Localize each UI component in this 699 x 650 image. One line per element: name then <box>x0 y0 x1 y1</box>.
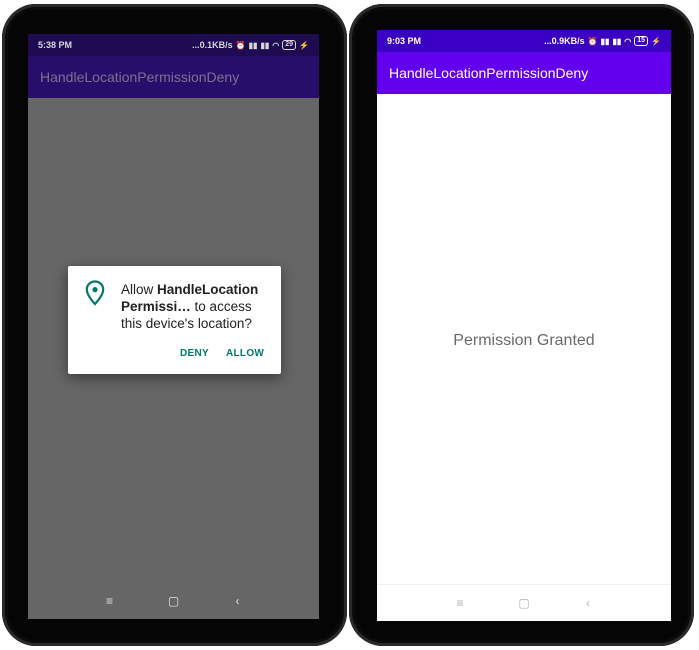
navigation-bar: ≡ ▢ ‹ <box>28 583 319 619</box>
deny-button[interactable]: DENY <box>180 348 209 359</box>
message-prefix: Allow <box>121 282 158 297</box>
net-speed: ...0.9KB/s <box>544 36 585 46</box>
battery-icon: 15 <box>634 36 649 46</box>
status-time: 5:38 PM <box>38 40 73 50</box>
battery-level: 29 <box>285 41 294 48</box>
navigation-bar: ≡ ▢ ‹ <box>377 584 671 621</box>
right-phone-frame: 9:03 PM ...0.9KB/s ⏰ ▮▮ ▮▮ ◠ 15 ⚡ Handle… <box>349 4 694 646</box>
left-phone-screen: 5:38 PM ...0.1KB/s ⏰ ▮▮ ▮▮ ◠ 29 ⚡ Handle… <box>28 34 319 619</box>
back-nav-icon[interactable]: ‹ <box>581 596 595 610</box>
location-pin-icon <box>85 280 105 306</box>
signal-icon: ▮▮ <box>248 40 258 50</box>
status-bar: 5:38 PM ...0.1KB/s ⏰ ▮▮ ▮▮ ◠ 29 ⚡ <box>28 34 319 56</box>
status-time: 9:03 PM <box>387 36 422 46</box>
home-nav-icon[interactable]: ▢ <box>517 596 531 610</box>
permission-granted-text: Permission Granted <box>453 332 595 349</box>
menu-nav-icon[interactable]: ≡ <box>103 594 117 608</box>
battery-icon: 29 <box>282 40 297 50</box>
net-speed: ...0.1KB/s <box>192 40 233 50</box>
wifi-icon: ◠ <box>624 36 632 46</box>
allow-button[interactable]: ALLOW <box>226 348 264 359</box>
charging-icon: ⚡ <box>651 36 661 46</box>
status-icons: ...0.9KB/s ⏰ ▮▮ ▮▮ ◠ 15 ⚡ <box>544 36 661 46</box>
left-phone-frame: 5:38 PM ...0.1KB/s ⏰ ▮▮ ▮▮ ◠ 29 ⚡ Handle… <box>2 4 347 646</box>
permission-message: Allow HandleLocation Permissi… to access… <box>121 281 271 332</box>
signal-icon: ▮▮ <box>260 40 270 50</box>
status-bar: 9:03 PM ...0.9KB/s ⏰ ▮▮ ▮▮ ◠ 15 ⚡ <box>377 30 671 52</box>
home-nav-icon[interactable]: ▢ <box>167 594 181 608</box>
app-title: HandleLocationPermissionDeny <box>40 69 240 85</box>
battery-level: 15 <box>637 37 646 44</box>
permission-dialog: Allow HandleLocation Permissi… to access… <box>68 266 281 374</box>
menu-nav-icon[interactable]: ≡ <box>453 596 467 610</box>
signal-icon: ▮▮ <box>612 36 622 46</box>
status-icons: ...0.1KB/s ⏰ ▮▮ ▮▮ ◠ 29 ⚡ <box>192 40 309 50</box>
alarm-icon: ⏰ <box>235 40 246 50</box>
app-bar: HandleLocationPermissionDeny <box>28 56 319 98</box>
app-bar: HandleLocationPermissionDeny <box>377 52 671 94</box>
app-title: HandleLocationPermissionDeny <box>389 65 589 81</box>
alarm-icon: ⏰ <box>587 36 598 46</box>
right-phone-screen: 9:03 PM ...0.9KB/s ⏰ ▮▮ ▮▮ ◠ 15 ⚡ Handle… <box>377 30 671 621</box>
charging-icon: ⚡ <box>299 40 309 50</box>
back-nav-icon[interactable]: ‹ <box>231 594 245 608</box>
wifi-icon: ◠ <box>272 40 280 50</box>
signal-icon: ▮▮ <box>600 36 610 46</box>
